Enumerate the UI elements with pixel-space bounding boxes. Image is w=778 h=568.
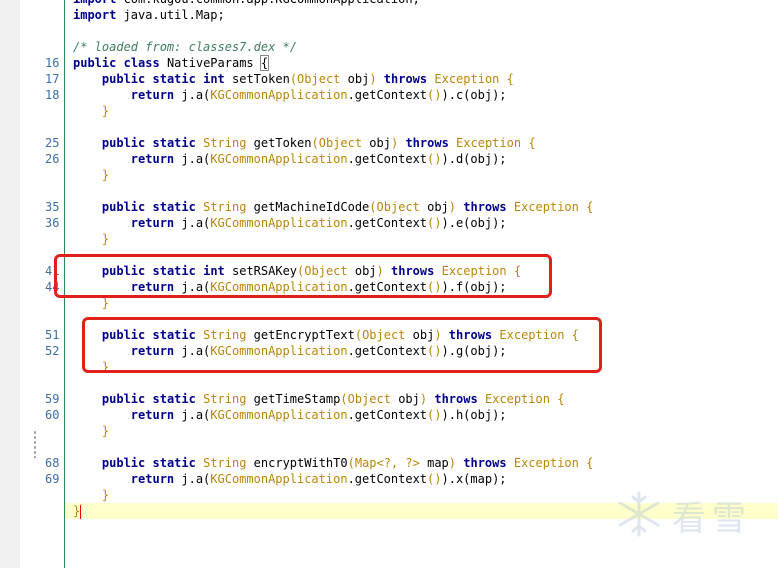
code-line[interactable] (65, 439, 778, 455)
pane-splitter[interactable] (20, 0, 34, 568)
code-line[interactable]: /* loaded from: classes7.dex */ (65, 39, 778, 55)
code-line[interactable]: } (65, 103, 778, 119)
code-line[interactable]: 36 return j.a(KGCommonApplication.getCon… (45, 215, 778, 231)
code-text: public static String encryptWithT0(Map<?… (101, 456, 594, 470)
code-line[interactable]: 68 public static String encryptWithT0(Ma… (45, 455, 778, 471)
line-number (45, 0, 65, 7)
line-number (45, 423, 65, 439)
line-number (45, 183, 65, 199)
splitter-grip-icon[interactable] (33, 430, 37, 458)
code-text: } (73, 168, 110, 182)
code-text: } (73, 504, 82, 519)
line-number: 18 (45, 88, 60, 102)
code-line[interactable]: import com.kugou.common.app.KGCommonAppl… (65, 0, 778, 7)
code-text: return j.a(KGCommonApplication.getContex… (130, 216, 507, 230)
code-line[interactable]: 60 return j.a(KGCommonApplication.getCon… (45, 407, 778, 423)
line-number (45, 503, 65, 519)
code-line[interactable]: 35 public static String getMachineIdCode… (45, 199, 778, 215)
code-line[interactable] (65, 183, 778, 199)
code-text: public static String getTimeStamp(Object… (101, 392, 565, 406)
code-text: public static String getToken(Object obj… (101, 136, 536, 150)
code-text: public static String getMachineIdCode(Ob… (101, 200, 594, 214)
line-number: 36 (45, 216, 60, 230)
code-line[interactable]: } (65, 167, 778, 183)
code-text: import com.kugou.common.app.KGCommonAppl… (73, 0, 420, 7)
line-number (45, 359, 65, 375)
line-number: 25 (45, 136, 60, 150)
snowflake-icon (618, 491, 660, 537)
code-text: } (73, 488, 110, 502)
line-number: 68 (45, 456, 60, 470)
line-number (45, 119, 65, 135)
code-line[interactable] (65, 375, 778, 391)
code-line[interactable]: } (65, 231, 778, 247)
line-number: 16 (45, 56, 60, 70)
code-text: } (73, 232, 110, 246)
code-text: return j.a(KGCommonApplication.getContex… (130, 408, 507, 422)
code-line[interactable]: 18 return j.a(KGCommonApplication.getCon… (45, 87, 778, 103)
code-line[interactable]: 26 return j.a(KGCommonApplication.getCon… (45, 151, 778, 167)
line-number (45, 39, 65, 55)
line-number (45, 103, 65, 119)
line-number: 60 (45, 408, 60, 422)
line-number (45, 375, 65, 391)
highlight-box-setrsakey (54, 254, 552, 298)
line-number (45, 167, 65, 183)
line-number: 69 (45, 472, 60, 486)
line-number: 35 (45, 200, 60, 214)
code-text: /* loaded from: classes7.dex */ (73, 40, 297, 54)
code-line[interactable]: } (65, 423, 778, 439)
code-text: } (73, 104, 110, 118)
code-line[interactable] (65, 119, 778, 135)
code-text: return j.a(KGCommonApplication.getContex… (130, 472, 507, 486)
line-number (45, 487, 65, 503)
watermark-text: 看雪 (672, 499, 752, 539)
line-number (45, 439, 65, 455)
code-text: public class NativeParams { (73, 55, 270, 71)
code-line[interactable]: 25 public static String getToken(Object … (45, 135, 778, 151)
highlight-box-getencrypttext (82, 317, 602, 373)
code-text: return j.a(KGCommonApplication.getContex… (130, 88, 507, 102)
line-number (45, 23, 65, 39)
code-line[interactable]: 16 public class NativeParams { (45, 55, 778, 71)
line-number: 17 (45, 72, 60, 86)
line-number: 52 (45, 344, 60, 358)
code-line[interactable]: 17 public static int setToken(Object obj… (45, 71, 778, 87)
line-number: 26 (45, 152, 60, 166)
code-text: import java.util.Map; (73, 8, 225, 22)
code-line[interactable]: 59 public static String getTimeStamp(Obj… (45, 391, 778, 407)
line-number (45, 311, 65, 327)
code-text: return j.a(KGCommonApplication.getContex… (130, 152, 507, 166)
code-line[interactable] (65, 23, 778, 39)
code-line[interactable]: import java.util.Map; (65, 7, 778, 23)
line-number (45, 7, 65, 23)
line-number (45, 231, 65, 247)
line-number: 51 (45, 328, 60, 342)
left-panel (0, 0, 20, 568)
watermark: 看雪 (610, 485, 770, 545)
text-caret (80, 504, 82, 519)
code-text: } (73, 424, 110, 438)
line-number: 59 (45, 392, 60, 406)
code-text: public static int setToken(Object obj) t… (101, 72, 514, 86)
